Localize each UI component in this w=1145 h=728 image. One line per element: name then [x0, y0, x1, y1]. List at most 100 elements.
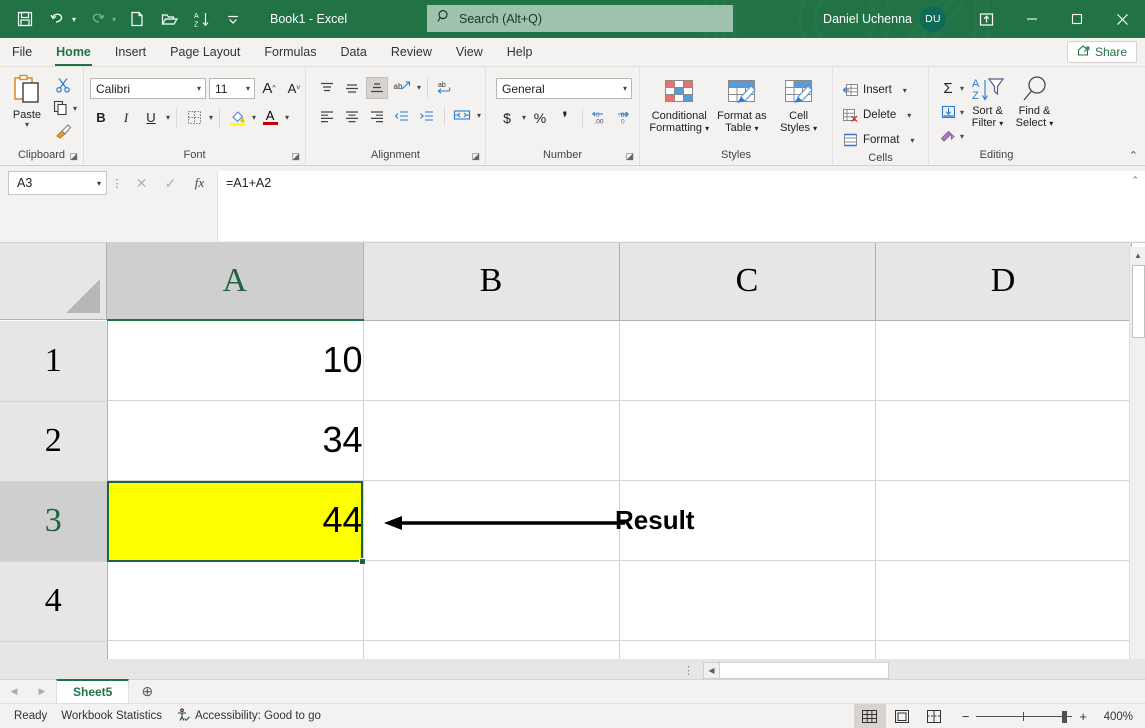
decrease-font-size-icon[interactable]: A˅: [283, 78, 305, 100]
cell-C2[interactable]: [619, 400, 875, 480]
bold-button[interactable]: B: [90, 107, 112, 129]
cell-A3[interactable]: 44: [107, 480, 363, 560]
delete-dropdown-icon[interactable]: ▾: [907, 111, 911, 120]
font-size-select[interactable]: 11▾: [209, 78, 255, 99]
merge-and-center-icon[interactable]: [451, 105, 473, 127]
name-box[interactable]: A3 ▾: [8, 171, 107, 195]
copy-dropdown-icon[interactable]: ▾: [73, 104, 77, 113]
clear-icon[interactable]: [937, 125, 959, 147]
align-right-icon[interactable]: [366, 105, 388, 127]
scroll-up-icon[interactable]: ▲: [1130, 247, 1145, 264]
scrollbar-splitter[interactable]: ⋮: [683, 664, 694, 677]
horizontal-scrollbar[interactable]: ◀: [703, 662, 889, 679]
tab-home[interactable]: Home: [44, 38, 103, 66]
orientation-icon[interactable]: ab: [391, 77, 413, 99]
orientation-dropdown-icon[interactable]: ▾: [417, 83, 421, 92]
collapse-ribbon-icon[interactable]: ⌃: [1129, 149, 1138, 162]
undo-dropdown-icon[interactable]: ▾: [68, 5, 80, 33]
bottom-align-icon[interactable]: [366, 77, 388, 99]
page-layout-view-icon[interactable]: [886, 704, 918, 728]
conditional-formatting-button[interactable]: Conditional Formatting ▾: [646, 74, 713, 135]
ribbon-display-options-icon[interactable]: [964, 0, 1009, 38]
tab-file[interactable]: File: [0, 38, 44, 66]
cell-D4[interactable]: [875, 560, 1131, 640]
borders-dropdown-icon[interactable]: ▾: [209, 113, 213, 122]
confirm-icon[interactable]: ✓: [156, 171, 185, 195]
avatar[interactable]: DU: [920, 6, 946, 32]
sort-and-filter-button[interactable]: A Z Sort & Filter ▾: [964, 75, 1011, 130]
minimize-button[interactable]: [1009, 0, 1054, 38]
column-header-d[interactable]: D: [875, 243, 1131, 320]
cell-A2[interactable]: 34: [107, 400, 363, 480]
tab-review[interactable]: Review: [379, 38, 444, 66]
zoom-out-button[interactable]: −: [962, 709, 970, 724]
tab-help[interactable]: Help: [495, 38, 545, 66]
select-all-corner[interactable]: [0, 243, 107, 320]
zoom-in-button[interactable]: +: [1079, 709, 1087, 724]
zoom-control[interactable]: − +: [962, 709, 1087, 724]
increase-indent-icon[interactable]: [416, 105, 438, 127]
tab-insert[interactable]: Insert: [103, 38, 158, 66]
add-sheet-icon[interactable]: ⊕: [129, 679, 165, 703]
normal-view-icon[interactable]: [854, 704, 886, 728]
clipboard-dialog-launcher-icon[interactable]: ◪: [69, 149, 78, 164]
vertical-scroll-thumb[interactable]: [1132, 265, 1145, 338]
find-select-dropdown-icon[interactable]: ▾: [1049, 119, 1053, 128]
cell-D3[interactable]: [875, 480, 1131, 560]
cell-B1[interactable]: [363, 320, 619, 400]
borders-icon[interactable]: [183, 107, 205, 129]
save-icon[interactable]: [10, 5, 40, 33]
sort-ascending-icon[interactable]: A Z: [186, 5, 216, 33]
next-sheet-icon[interactable]: ▶: [28, 679, 56, 703]
cell-styles-dropdown-icon[interactable]: ▾: [813, 124, 817, 133]
cell-B3[interactable]: [363, 480, 619, 560]
workbook-statistics-button[interactable]: Workbook Statistics: [61, 710, 162, 722]
format-as-table-dropdown-icon[interactable]: ▾: [755, 124, 759, 133]
cell-C4[interactable]: [619, 560, 875, 640]
previous-sheet-icon[interactable]: ◀: [0, 679, 28, 703]
sheet-tab-sheet5[interactable]: Sheet5: [56, 679, 129, 703]
merge-dropdown-icon[interactable]: ▾: [477, 111, 481, 120]
column-header-c[interactable]: C: [619, 243, 875, 320]
tab-view[interactable]: View: [444, 38, 495, 66]
fill-color-icon[interactable]: [226, 107, 248, 129]
cell-A1[interactable]: 10: [107, 320, 363, 400]
column-header-a[interactable]: A: [107, 243, 363, 320]
sort-filter-dropdown-icon[interactable]: ▾: [999, 119, 1003, 128]
underline-button[interactable]: U: [140, 107, 162, 129]
tab-formulas[interactable]: Formulas: [252, 38, 328, 66]
comma-style-icon[interactable]: ❜: [554, 107, 576, 129]
copy-icon[interactable]: [50, 97, 72, 119]
open-folder-icon[interactable]: [154, 5, 184, 33]
format-dropdown-icon[interactable]: ▾: [910, 136, 914, 145]
accessibility-button[interactable]: Accessibility: Good to go: [176, 708, 321, 725]
name-box-dropdown-icon[interactable]: ▾: [97, 179, 101, 188]
font-dialog-launcher-icon[interactable]: ◪: [291, 149, 300, 164]
increase-font-size-icon[interactable]: A^: [258, 78, 280, 100]
delete-cells-button[interactable]: Delete ▾: [843, 104, 914, 126]
paste-button[interactable]: Paste ▾: [6, 72, 48, 129]
row-header-1[interactable]: 1: [0, 321, 107, 401]
share-button[interactable]: Share: [1067, 41, 1137, 63]
alignment-dialog-launcher-icon[interactable]: ◪: [471, 149, 480, 164]
tab-page-layout[interactable]: Page Layout: [158, 38, 252, 66]
horizontal-scroll-thumb[interactable]: [719, 663, 888, 678]
middle-align-icon[interactable]: [341, 77, 363, 99]
clear-dropdown-icon[interactable]: ▾: [960, 132, 964, 141]
increase-decimal-icon[interactable]: 0 .00: [589, 107, 611, 129]
cell-B4[interactable]: [363, 560, 619, 640]
align-center-icon[interactable]: [341, 105, 363, 127]
insert-function-icon[interactable]: fx: [185, 171, 214, 195]
decrease-decimal-icon[interactable]: .00 0: [614, 107, 636, 129]
fill-color-dropdown-icon[interactable]: ▾: [252, 113, 256, 122]
cell-D2[interactable]: [875, 400, 1131, 480]
cancel-icon[interactable]: ✕: [127, 171, 156, 195]
font-color-icon[interactable]: A: [259, 107, 281, 129]
column-header-b[interactable]: B: [363, 243, 619, 320]
number-format-select[interactable]: General▾: [496, 78, 632, 99]
find-and-select-button[interactable]: Find & Select ▾: [1011, 75, 1058, 130]
customize-quick-access-icon[interactable]: [218, 5, 248, 33]
tab-data[interactable]: Data: [328, 38, 378, 66]
accounting-format-icon[interactable]: $: [496, 107, 518, 129]
top-align-icon[interactable]: [316, 77, 338, 99]
